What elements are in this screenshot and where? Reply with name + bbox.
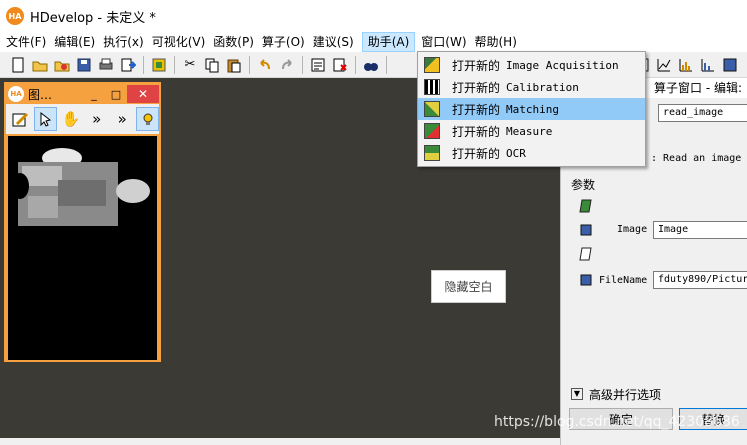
toolbar-separator — [174, 55, 175, 74]
hdevelop-logo: HA — [6, 7, 24, 25]
menu-visualization[interactable]: 可视化(V) — [152, 32, 214, 52]
paste-icon[interactable] — [224, 55, 244, 75]
menu-item-image-acquisition[interactable]: 打开新的 Image Acquisition — [418, 54, 645, 76]
menu-item-label: Measure — [506, 124, 553, 138]
hdevelop-logo: HA — [8, 86, 24, 102]
image-param-icon — [579, 223, 593, 237]
ocr-assistant-icon — [424, 145, 440, 161]
toolbar-separator — [249, 55, 250, 74]
menu-item-prefix: 打开新的 — [452, 146, 501, 161]
new-file-icon[interactable] — [8, 55, 28, 75]
insert-icon[interactable] — [149, 55, 169, 75]
draw-icon[interactable] — [9, 107, 31, 131]
chevron-down-icon[interactable]: ▼ — [571, 388, 583, 400]
histogram-icon[interactable] — [676, 55, 696, 75]
menu-suggestions[interactable]: 建议(S) — [313, 32, 362, 52]
menu-item-ocr[interactable]: 打开新的 OCR — [418, 142, 645, 164]
copy-icon[interactable] — [202, 55, 222, 75]
overflow-chevron-icon[interactable]: » — [85, 107, 107, 131]
assistants-dropdown-menu: 打开新的 Image Acquisition 打开新的 Calibration … — [417, 51, 646, 167]
lightbulb-icon[interactable] — [136, 107, 159, 131]
save-icon[interactable] — [74, 55, 94, 75]
toolbar-separator — [355, 55, 356, 74]
menu-item-label: Matching — [506, 102, 559, 116]
menu-file[interactable]: 文件(F) — [6, 32, 54, 52]
edit-icon[interactable] — [308, 55, 328, 75]
find-icon[interactable] — [361, 55, 381, 75]
status-bar — [0, 438, 560, 445]
param-filename-input[interactable]: fduty890/Pictur — [653, 271, 747, 289]
menu-bar: 文件(F) 编辑(E) 执行(x) 可视化(V) 函数(P) 算子(O) 建议(… — [0, 32, 747, 52]
menu-assistants[interactable]: 助手(A) — [361, 32, 416, 52]
title-bar: HA HDevelop - 未定义 * — [0, 0, 747, 32]
output-object-icon — [579, 199, 593, 213]
menu-item-prefix: 打开新的 — [452, 58, 501, 73]
operator-description: : Read an image w — [651, 153, 747, 164]
menu-item-label: OCR — [506, 146, 526, 160]
measure-assistant-icon — [424, 123, 440, 139]
operator-name-input[interactable]: read_image — [658, 104, 747, 122]
graphics-window[interactable]: HA 图… _ □ ✕ ✋ » » — [4, 82, 161, 362]
inspect-icon[interactable] — [720, 55, 740, 75]
overflow-chevron-icon[interactable]: » — [111, 107, 133, 131]
menu-item-measure[interactable]: 打开新的 Measure — [418, 120, 645, 142]
menu-help[interactable]: 帮助(H) — [475, 32, 525, 52]
matching-assistant-icon — [424, 101, 440, 117]
calibration-assistant-icon — [424, 79, 440, 95]
menu-item-prefix: 打开新的 — [452, 102, 501, 117]
feature-histogram-icon[interactable] — [698, 55, 718, 75]
graphics-window-title: 图… — [28, 87, 53, 102]
param-image-name: Image — [617, 224, 648, 235]
graphics-window-titlebar[interactable]: HA 图… _ □ ✕ — [6, 84, 159, 104]
maximize-button[interactable]: □ — [105, 88, 127, 101]
menu-item-prefix: 打开新的 — [452, 124, 501, 139]
params-heading: 参数 — [571, 178, 596, 192]
undo-icon[interactable] — [255, 55, 275, 75]
export-icon[interactable] — [118, 55, 138, 75]
menu-item-matching[interactable]: 打开新的 Matching — [418, 98, 645, 120]
menu-item-prefix: 打开新的 — [452, 80, 501, 95]
window-title: HDevelop - 未定义 * — [30, 10, 156, 26]
line-profile-icon[interactable] — [654, 55, 674, 75]
toolbar-separator — [386, 55, 387, 74]
pan-hand-icon[interactable]: ✋ — [60, 107, 82, 131]
menu-window[interactable]: 窗口(W) — [421, 32, 474, 52]
minimize-button[interactable]: _ — [83, 88, 105, 101]
param-image-input[interactable]: Image — [653, 221, 747, 239]
watermark: https://blog.csdn.net/qq_42308686 — [494, 414, 740, 430]
advanced-parallel-options[interactable]: 高级并行选项 — [589, 386, 661, 403]
input-control-icon — [579, 247, 593, 261]
toolbar-separator — [302, 55, 303, 74]
toolbar-separator — [143, 55, 144, 74]
hide-whitespace-label[interactable]: 隐藏空白 — [431, 270, 506, 303]
menu-procedures[interactable]: 函数(P) — [213, 32, 262, 52]
displayed-image — [8, 136, 157, 360]
image-display-canvas[interactable] — [8, 136, 157, 360]
delete-icon[interactable] — [330, 55, 350, 75]
menu-item-calibration[interactable]: 打开新的 Calibration — [418, 76, 645, 98]
close-button[interactable]: ✕ — [127, 85, 159, 103]
graphics-window-toolbar: ✋ » » — [6, 104, 159, 134]
menu-item-label: Image Acquisition — [506, 58, 619, 72]
cut-icon[interactable]: ✂ — [180, 55, 200, 75]
print-icon[interactable] — [96, 55, 116, 75]
param-filename-name: FileName — [599, 275, 648, 286]
camera-assistant-icon — [424, 57, 440, 73]
menu-execute[interactable]: 执行(x) — [103, 32, 151, 52]
redo-icon[interactable] — [277, 55, 297, 75]
menu-item-label: Calibration — [506, 80, 579, 94]
open-example-icon[interactable] — [52, 55, 72, 75]
open-folder-icon[interactable] — [30, 55, 50, 75]
filename-param-icon — [579, 273, 593, 287]
menu-edit[interactable]: 编辑(E) — [54, 32, 103, 52]
pointer-icon[interactable] — [34, 107, 58, 131]
menu-operators[interactable]: 算子(O) — [262, 32, 313, 52]
